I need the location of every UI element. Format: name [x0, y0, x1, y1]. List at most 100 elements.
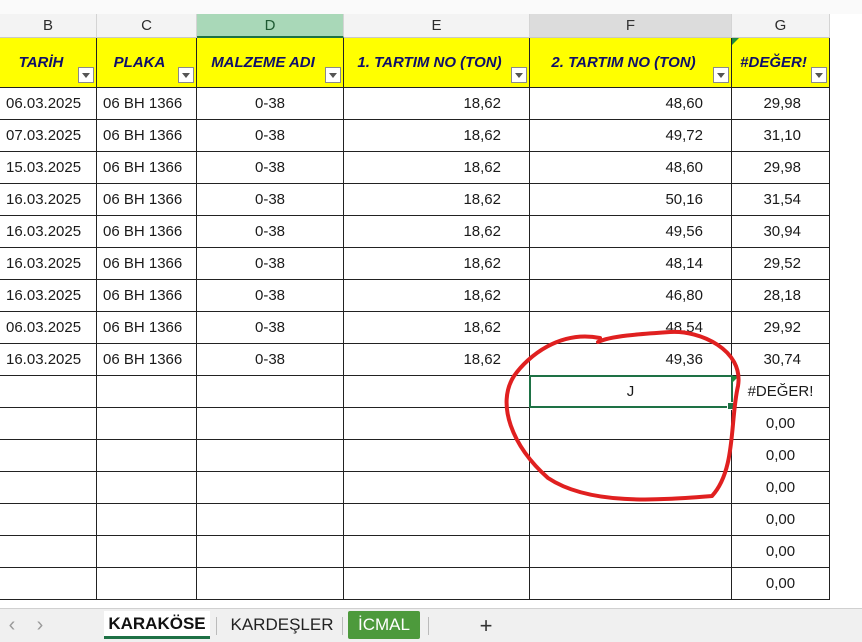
cell-tartim-2[interactable]: 48,14 [530, 248, 732, 280]
cell-plaka[interactable]: 06 BH 1366 [97, 280, 197, 312]
header-malzeme-adi[interactable]: MALZEME ADI [197, 38, 344, 88]
cell-tarih[interactable] [0, 504, 97, 536]
cell-malzeme-adi[interactable] [197, 536, 344, 568]
cell-deger[interactable]: 28,18 [732, 280, 830, 312]
cell-malzeme-adi[interactable]: 0-38 [197, 216, 344, 248]
cell-tarih[interactable]: 07.03.2025 [0, 120, 97, 152]
cell-tarih[interactable]: 16.03.2025 [0, 280, 97, 312]
cell-malzeme-adi[interactable] [197, 504, 344, 536]
cell-deger[interactable]: 0,00 [732, 504, 830, 536]
cell-plaka[interactable]: 06 BH 1366 [97, 248, 197, 280]
cell-tartim-2[interactable]: 49,56 [530, 216, 732, 248]
cell-plaka[interactable]: 06 BH 1366 [97, 344, 197, 376]
cell-malzeme-adi[interactable]: 0-38 [197, 184, 344, 216]
cell-tarih[interactable]: 16.03.2025 [0, 344, 97, 376]
cell-tarih[interactable] [0, 408, 97, 440]
cell-plaka[interactable] [97, 504, 197, 536]
cell-tarih[interactable] [0, 440, 97, 472]
cell-tarih[interactable]: 16.03.2025 [0, 184, 97, 216]
cell-plaka[interactable]: 06 BH 1366 [97, 120, 197, 152]
cell-deger[interactable]: #DEĞER! [732, 376, 830, 408]
cell-tartim-2[interactable]: 48,54 [530, 312, 732, 344]
chevron-left-icon[interactable]: ‹ [2, 615, 22, 635]
cell-tartim-1[interactable] [344, 568, 530, 600]
cell-plaka[interactable]: 06 BH 1366 [97, 88, 197, 120]
cell-plaka[interactable] [97, 472, 197, 504]
cell-tartim-2[interactable]: 48,60 [530, 88, 732, 120]
cell-tarih[interactable]: 06.03.2025 [0, 312, 97, 344]
cell-tarih[interactable]: 15.03.2025 [0, 152, 97, 184]
col-header-b[interactable]: B [0, 14, 97, 38]
cell-tarih[interactable]: 16.03.2025 [0, 216, 97, 248]
filter-dropdown-icon[interactable] [178, 67, 194, 83]
cell-tartim-1[interactable]: 18,62 [344, 184, 530, 216]
cell-malzeme-adi[interactable]: 0-38 [197, 120, 344, 152]
cell-tartim-2[interactable] [530, 568, 732, 600]
cell-tartim-2[interactable] [530, 504, 732, 536]
cell-deger[interactable]: 0,00 [732, 472, 830, 504]
cell-tartim-2[interactable]: 49,36 [530, 344, 732, 376]
cell-tartim-2[interactable] [530, 408, 732, 440]
cell-deger[interactable]: 29,92 [732, 312, 830, 344]
cell-deger[interactable]: 0,00 [732, 568, 830, 600]
cell-tarih[interactable] [0, 536, 97, 568]
filter-dropdown-icon[interactable] [325, 67, 341, 83]
cell-tartim-2[interactable] [530, 472, 732, 504]
cell-malzeme-adi[interactable]: 0-38 [197, 312, 344, 344]
header-tarih[interactable]: TARİH [0, 38, 97, 88]
filter-dropdown-icon[interactable] [78, 67, 94, 83]
cell-deger[interactable]: 0,00 [732, 408, 830, 440]
cell-deger[interactable]: 29,52 [732, 248, 830, 280]
cell-malzeme-adi[interactable] [197, 408, 344, 440]
cell-plaka[interactable]: 06 BH 1366 [97, 216, 197, 248]
cell-malzeme-adi[interactable] [197, 568, 344, 600]
cell-deger[interactable]: 0,00 [732, 440, 830, 472]
cell-plaka[interactable] [97, 536, 197, 568]
col-header-c[interactable]: C [97, 14, 197, 38]
cell-tarih[interactable] [0, 376, 97, 408]
cell-tartim-1[interactable]: 18,62 [344, 88, 530, 120]
cell-plaka[interactable]: 06 BH 1366 [97, 152, 197, 184]
cell-tartim-1[interactable] [344, 536, 530, 568]
header-plaka[interactable]: PLAKA [97, 38, 197, 88]
cell-deger[interactable]: 30,94 [732, 216, 830, 248]
col-header-g[interactable]: G [732, 14, 830, 38]
filter-dropdown-icon[interactable] [713, 67, 729, 83]
cell-plaka[interactable] [97, 376, 197, 408]
cell-deger[interactable]: 30,74 [732, 344, 830, 376]
cell-tarih[interactable] [0, 472, 97, 504]
col-header-d[interactable]: D [197, 14, 344, 38]
cell-tartim-2[interactable]: 48,60 [530, 152, 732, 184]
cell-tartim-1[interactable] [344, 472, 530, 504]
cell-deger[interactable]: 31,10 [732, 120, 830, 152]
cell-malzeme-adi[interactable]: 0-38 [197, 280, 344, 312]
header-tartim-2[interactable]: 2. TARTIM NO (TON) [530, 38, 732, 88]
cell-plaka[interactable]: 06 BH 1366 [97, 312, 197, 344]
chevron-right-icon[interactable]: › [30, 615, 50, 635]
cell-tartim-1[interactable] [344, 504, 530, 536]
cell-tartim-2[interactable]: 46,80 [530, 280, 732, 312]
col-header-e[interactable]: E [344, 14, 530, 38]
cell-deger[interactable]: 29,98 [732, 152, 830, 184]
cell-tartim-1[interactable]: 18,62 [344, 344, 530, 376]
cell-plaka[interactable] [97, 568, 197, 600]
filter-dropdown-icon[interactable] [511, 67, 527, 83]
tab-icmal[interactable]: İCMAL [348, 611, 420, 639]
col-header-f[interactable]: F [530, 14, 732, 38]
cell-tarih[interactable]: 06.03.2025 [0, 88, 97, 120]
cell-malzeme-adi[interactable] [197, 376, 344, 408]
tab-karakose[interactable]: KARAKÖSE [104, 611, 210, 639]
cell-tartim-1[interactable]: 18,62 [344, 248, 530, 280]
cell-tartim-2[interactable]: 49,72 [530, 120, 732, 152]
header-tartim-1[interactable]: 1. TARTIM NO (TON) [344, 38, 530, 88]
cell-tartim-1[interactable] [344, 376, 530, 408]
cell-tartim-1[interactable]: 18,62 [344, 120, 530, 152]
cell-tarih[interactable] [0, 568, 97, 600]
tab-kardesler[interactable]: KARDEŞLER [226, 611, 338, 639]
cell-tartim-1[interactable]: 18,62 [344, 152, 530, 184]
cell-tartim-2[interactable] [530, 536, 732, 568]
cell-deger[interactable]: 31,54 [732, 184, 830, 216]
cell-malzeme-adi[interactable]: 0-38 [197, 248, 344, 280]
cell-malzeme-adi[interactable]: 0-38 [197, 152, 344, 184]
cell-plaka[interactable]: 06 BH 1366 [97, 184, 197, 216]
